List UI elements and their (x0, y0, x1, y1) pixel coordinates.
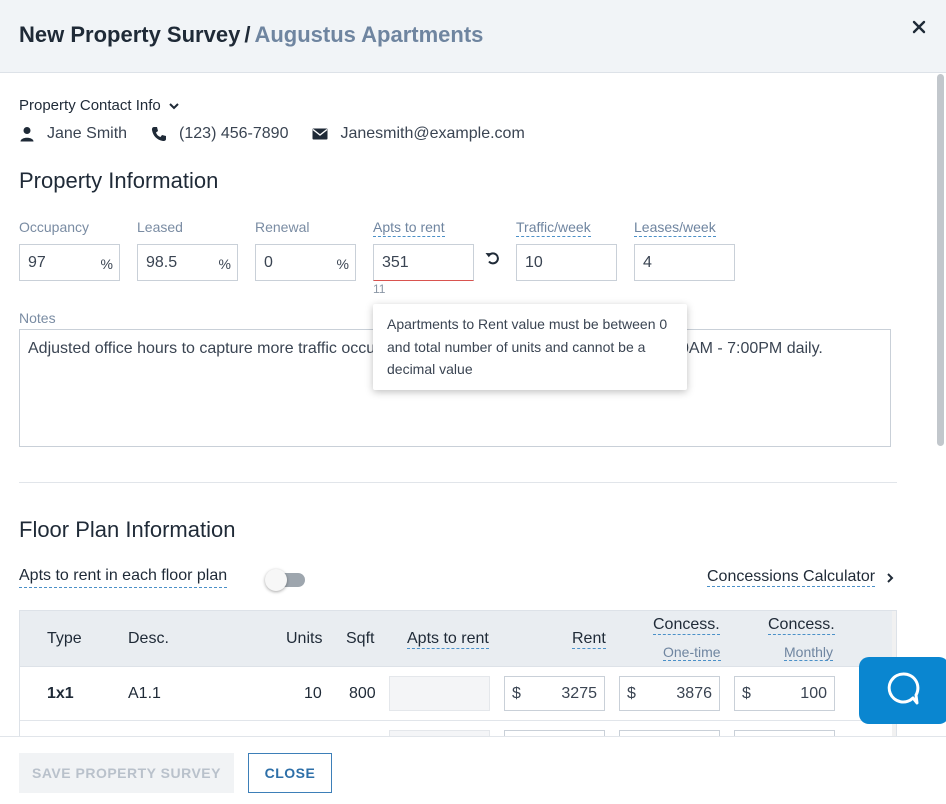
contact-row: Jane Smith (123) 456-7890 Janesmith@exam… (19, 125, 549, 143)
envelope-icon (312, 128, 328, 140)
section-divider (19, 482, 897, 483)
col-concess-one-time-sub: One-time (663, 644, 721, 661)
occupancy-input[interactable]: 97% (19, 244, 120, 281)
renewal-input[interactable]: 0% (255, 244, 356, 281)
row-concess-monthly-input[interactable]: $100 (734, 676, 835, 711)
concessions-calculator-label: Concessions Calculator (707, 568, 876, 587)
col-rent[interactable]: Rent (572, 630, 606, 649)
col-desc: Desc. (128, 630, 169, 647)
toggle-knob (265, 569, 287, 591)
contact-phone: (123) 456-7890 (151, 125, 288, 143)
modal-body[interactable]: Property Contact Info Jane Smith (123) 4… (0, 74, 946, 736)
row-rent-input[interactable]: $3275 (504, 676, 605, 711)
col-type: Type (47, 630, 82, 647)
col-apts-to-rent[interactable]: Apts to rent (407, 630, 489, 649)
chevron-down-icon (169, 102, 179, 109)
currency-symbol: $ (742, 685, 751, 702)
apts-to-rent-field: Apts to rent 351 (373, 219, 474, 281)
table-row: 1x1 A1.1 10 800 $3275 $3876 $100 (20, 667, 896, 721)
percent-suffix: % (100, 256, 113, 272)
col-concess-one-time[interactable]: Concess. (653, 616, 720, 635)
contact-info-toggle[interactable]: Property Contact Info (19, 97, 181, 114)
modal-scrollbar[interactable] (934, 74, 946, 736)
renewal-field: Renewal 0% (255, 219, 356, 281)
close-icon[interactable] (912, 17, 926, 40)
row-rent-value: 3275 (561, 685, 597, 702)
apts-each-floor-plan-label[interactable]: Apts to rent in each floor plan (19, 567, 228, 588)
row-concess-monthly-value: 100 (800, 685, 827, 702)
notes-text-left: Adjusted office hours to capture more tr… (28, 340, 376, 357)
col-sqft: Sqft (346, 630, 375, 647)
floor-plan-table: Type Desc. Units Sqft Apts to rent Rent … (19, 610, 897, 736)
col-concess-monthly-sub: Monthly (784, 644, 834, 661)
floor-plan-title: Floor Plan Information (19, 517, 236, 542)
col-units: Units (286, 630, 323, 647)
row-concess-one-time-value: 3876 (676, 685, 712, 702)
apts-to-rent-input[interactable]: 351 (373, 244, 474, 281)
leases-week-label[interactable]: Leases/week (634, 219, 716, 237)
notes-text-right: 0AM - 7:00PM daily. (680, 340, 823, 357)
contact-email-text: Janesmith@example.com (340, 125, 525, 142)
occupancy-label: Occupancy (19, 219, 90, 235)
modal-footer: SAVE PROPERTY SURVEY CLOSE (0, 736, 946, 804)
percent-suffix: % (336, 256, 349, 272)
contact-phone-text: (123) 456-7890 (179, 125, 289, 142)
notes-label: Notes (19, 310, 56, 326)
leases-week-field: Leases/week 4 (634, 219, 735, 281)
person-icon (20, 127, 34, 142)
currency-symbol: $ (627, 685, 636, 702)
apts-to-rent-label[interactable]: Apts to rent (373, 219, 445, 237)
col-concess-monthly[interactable]: Concess. (768, 616, 835, 635)
traffic-week-input[interactable]: 10 (516, 244, 617, 281)
leased-input[interactable]: 98.5% (137, 244, 238, 281)
row-desc: A1.1 (128, 685, 161, 702)
apts-each-floor-plan-toggle[interactable] (265, 569, 305, 591)
contact-name-text: Jane Smith (47, 125, 128, 142)
modal-header: New Property Survey / Augustus Apartments (0, 0, 946, 73)
phone-icon (152, 127, 167, 142)
occupancy-field: Occupancy 97% (19, 219, 120, 281)
property-info-title: Property Information (19, 168, 219, 193)
contact-email: Janesmith@example.com (312, 125, 525, 143)
renewal-label: Renewal (255, 219, 310, 235)
renewal-value: 0 (264, 254, 273, 271)
apts-to-rent-value: 351 (382, 254, 409, 271)
contact-info-label: Property Contact Info (19, 97, 161, 114)
table-row (20, 721, 896, 736)
page-title: New Property Survey / Augustus Apartments (19, 22, 483, 48)
percent-suffix: % (218, 256, 231, 272)
validation-tooltip: Apartments to Rent value must be between… (373, 304, 687, 390)
leases-week-value: 4 (643, 254, 652, 271)
row-concess-one-time-input[interactable]: $3876 (619, 676, 720, 711)
chevron-right-icon (887, 572, 894, 583)
chat-launcher-button[interactable] (859, 657, 946, 724)
leased-label: Leased (137, 219, 183, 235)
close-button[interactable]: CLOSE (248, 753, 332, 793)
chat-bubble-icon (887, 672, 920, 705)
title-subtitle: Augustus Apartments (254, 22, 484, 47)
leased-value: 98.5 (146, 254, 178, 271)
row-type: 1x1 (47, 685, 74, 702)
currency-symbol: $ (512, 685, 521, 702)
save-property-survey-button[interactable]: SAVE PROPERTY SURVEY (19, 753, 234, 793)
leases-week-input[interactable]: 4 (634, 244, 735, 281)
modal-scrollbar-thumb[interactable] (937, 74, 944, 446)
concessions-calculator-link[interactable]: Concessions Calculator (707, 568, 895, 587)
traffic-week-field: Traffic/week 10 (516, 219, 617, 281)
contact-name: Jane Smith (19, 125, 127, 143)
row-sqft: 800 (349, 685, 376, 702)
row-apts-to-rent-input (389, 676, 490, 711)
title-main: New Property Survey (19, 22, 241, 47)
traffic-week-value: 10 (525, 254, 543, 271)
title-separator: / (244, 22, 251, 47)
occupancy-value: 97 (28, 254, 46, 271)
row-units: 10 (304, 685, 322, 702)
leased-field: Leased 98.5% (137, 219, 238, 281)
apts-to-rent-counter: 11 (373, 282, 386, 296)
table-header: Type Desc. Units Sqft Apts to rent Rent … (20, 611, 896, 667)
undo-icon[interactable] (484, 249, 502, 267)
traffic-week-label[interactable]: Traffic/week (516, 219, 591, 237)
